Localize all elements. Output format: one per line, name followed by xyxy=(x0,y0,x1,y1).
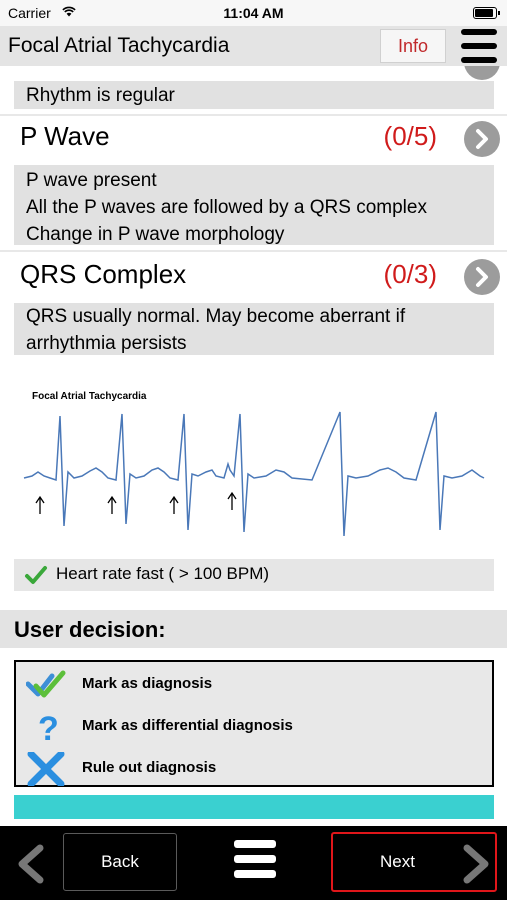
p-wave-line: Change in P wave morphology xyxy=(26,224,285,245)
qrs-line: arrhythmia persists xyxy=(26,333,187,354)
svg-text:?: ? xyxy=(38,710,59,744)
bottom-toolbar: Back Next xyxy=(0,826,507,900)
p-wave-title: P Wave xyxy=(20,121,110,151)
header: Focal Atrial Tachycardia Info xyxy=(0,26,507,66)
heart-rate-row: Heart rate fast ( > 100 BPM) xyxy=(14,559,494,591)
divider xyxy=(0,114,507,116)
divider xyxy=(0,250,507,252)
qrs-chevron-icon[interactable] xyxy=(464,259,500,295)
cross-icon xyxy=(27,752,65,786)
status-bar: Carrier 11:04 AM xyxy=(0,0,507,26)
double-check-icon xyxy=(26,670,66,698)
rhythm-text: Rhythm is regular xyxy=(26,85,175,106)
progress-bar xyxy=(14,795,494,819)
qrs-description: QRS usually normal. May become aberrant … xyxy=(14,303,494,355)
menu-icon[interactable] xyxy=(234,840,276,878)
mark-as-differential-option[interactable]: ? Mark as differential diagnosis xyxy=(16,706,492,746)
next-label: Next xyxy=(380,852,415,871)
page-title: Focal Atrial Tachycardia xyxy=(8,34,230,57)
decision-options: Mark as diagnosis ? Mark as differential… xyxy=(14,660,494,787)
qrs-line: QRS usually normal. May become aberrant … xyxy=(26,306,406,327)
p-wave-description: P wave present All the P waves are follo… xyxy=(14,165,494,245)
check-icon xyxy=(25,566,47,584)
heart-rate-text: Heart rate fast ( > 100 BPM) xyxy=(56,564,270,583)
ecg-strip xyxy=(23,411,485,537)
hamburger-menu-icon[interactable] xyxy=(461,29,497,63)
option-label: Mark as diagnosis xyxy=(82,675,213,692)
info-button[interactable]: Info xyxy=(380,29,446,63)
next-button[interactable]: Next xyxy=(331,832,497,892)
option-label: Mark as differential diagnosis xyxy=(82,717,293,734)
rule-out-option[interactable]: Rule out diagnosis xyxy=(16,748,492,788)
option-label: Rule out diagnosis xyxy=(82,759,217,776)
qrs-title: QRS Complex xyxy=(20,259,187,289)
rhythm-description: Rhythm is regular xyxy=(14,81,494,109)
chevron-right-icon[interactable] xyxy=(464,66,500,80)
back-button[interactable]: Back xyxy=(63,833,177,891)
mark-as-diagnosis-option[interactable]: Mark as diagnosis xyxy=(16,664,492,704)
chevron-left-icon[interactable] xyxy=(14,844,48,884)
question-icon: ? xyxy=(38,710,59,744)
battery-icon xyxy=(473,7,500,19)
p-wave-score: (0/5) xyxy=(383,121,437,151)
clock: 11:04 AM xyxy=(223,5,284,21)
p-wave-chevron-icon[interactable] xyxy=(464,121,500,157)
decision-title: User decision: xyxy=(14,617,166,642)
p-wave-line: All the P waves are followed by a QRS co… xyxy=(26,197,427,218)
ecg-title: Focal Atrial Tachycardia xyxy=(32,391,147,402)
qrs-score: (0/3) xyxy=(383,259,437,289)
decision-header: User decision: xyxy=(0,610,507,648)
content-scroll[interactable]: Rhythm is regular P Wave (0/5) P wave pr… xyxy=(0,66,507,826)
p-wave-line: P wave present xyxy=(26,170,157,191)
chevron-right-icon xyxy=(463,844,489,884)
